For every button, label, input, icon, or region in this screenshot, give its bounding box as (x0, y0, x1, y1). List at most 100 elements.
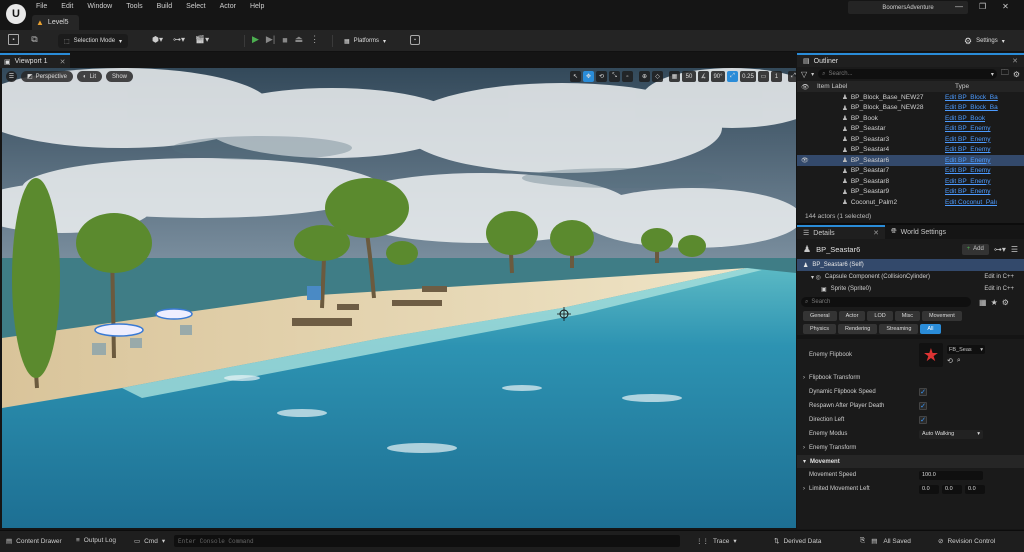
console-input[interactable]: Enter Console Command (174, 535, 680, 547)
outliner-row-type-link[interactable]: Edit BP_Enemy (933, 157, 991, 164)
lit-button[interactable]: ◐ Lit (77, 71, 102, 82)
content-icon[interactable]: ▪ (410, 35, 420, 45)
rotation-snap-icon[interactable]: ∡ (698, 71, 709, 82)
minimize-icon[interactable]: — (955, 2, 963, 11)
col-item-label[interactable]: Item Label (813, 83, 955, 90)
surface-icon[interactable]: ◇ (652, 71, 663, 82)
blueprint-options-icon[interactable]: ⊶▾ (994, 245, 1006, 254)
revision-control-button[interactable]: ⊘ Revision Control (938, 537, 995, 546)
add-component-button[interactable]: + Add (961, 243, 989, 255)
camera-speed-icon[interactable]: ▭ (758, 71, 769, 82)
menu-item-build[interactable]: Build (157, 3, 173, 10)
outliner-row[interactable]: 👁︎ ♟ BP_Seastar6 Edit BP_Enemy (797, 155, 1024, 166)
outliner-tab[interactable]: ▤ Outliner ✕ (797, 53, 1024, 67)
menu-item-actor[interactable]: Actor (220, 3, 236, 10)
derived-data-button[interactable]: ⇅ Derived Data (774, 537, 821, 546)
movement-speed-input[interactable]: 100.0 (919, 470, 983, 480)
enemy-modus-dropdown[interactable]: Auto Walking ▾ (919, 429, 983, 439)
blueprint-icon[interactable]: ⊶▾ (173, 35, 185, 44)
surface-snap-icon[interactable]: ▫ (622, 71, 633, 82)
gear-icon[interactable]: ⚙ (1002, 298, 1009, 307)
level-tab[interactable]: ▲ Level5 (32, 15, 79, 30)
visibility-icon[interactable]: 👁︎ (801, 83, 813, 91)
save-icon[interactable]: ▪ (8, 34, 19, 45)
outliner-row[interactable]: ♟ BP_Block_Base_NEW28 Edit BP_Block_Ba (797, 103, 1024, 114)
movement-section[interactable]: ▾ Movement (797, 455, 1024, 468)
limited-z-input[interactable]: 0.0 (965, 484, 985, 494)
category-streaming[interactable]: Streaming (879, 323, 919, 334)
show-button[interactable]: Show (106, 71, 134, 82)
property-checkbox[interactable]: ✓ (919, 388, 927, 396)
select-icon[interactable]: ↖ (570, 71, 581, 82)
content-drawer-button[interactable]: ▤ Content Drawer (6, 537, 62, 546)
component-self-row[interactable]: ♟ BP_Seastar6 (Self) (797, 259, 1024, 271)
outliner-row-type-link[interactable]: Edit BP_Block_Ba (933, 104, 998, 111)
settings-button[interactable]: ⚙ Settings ▾ (958, 34, 1011, 48)
level-viewport[interactable]: ☰ ◩ Perspective ◐ Lit Show ↖ ✥ ⟲ ⤡ ▫ ⊕ ◇… (2, 68, 796, 528)
scale-snap-icon[interactable]: ⤢ (727, 71, 738, 82)
play-options-icon[interactable]: ⋮ (310, 34, 319, 45)
category-general[interactable]: General (803, 310, 837, 321)
close-icon[interactable]: ✕ (1012, 57, 1018, 65)
outliner-search[interactable]: ⌕ Search... ▾ (818, 69, 997, 79)
category-physics[interactable]: Physics (803, 323, 836, 334)
outliner-row-type-link[interactable]: Edit BP_Enemy (933, 188, 991, 195)
outliner-row-type-link[interactable]: Edit BP_Enemy (933, 178, 991, 185)
component-row[interactable]: ▾ ◎ Capsule Component (CollisionCylinder)… (797, 271, 1024, 283)
property-checkbox[interactable]: ✓ (919, 402, 927, 410)
hamburger-icon[interactable]: ☰ (6, 71, 17, 82)
outliner-row-type-link[interactable]: Edit Coconut_Palı (933, 199, 997, 206)
seastar-thumbnail-icon[interactable]: ★ (919, 343, 943, 367)
scale-icon[interactable]: ⤡ (609, 71, 620, 82)
menu-item-select[interactable]: Select (186, 3, 205, 10)
maximize-viewport-icon[interactable]: ⤢ (788, 71, 796, 82)
eject-icon[interactable]: ⏏ (295, 34, 304, 45)
outliner-row[interactable]: ♟ BP_Seastar3 Edit BP_Enemy (797, 134, 1024, 145)
flipbook-asset-dropdown[interactable]: FB_Seas ▾ (947, 345, 985, 354)
use-selected-icon[interactable]: ⟲ (947, 357, 953, 365)
category-movement[interactable]: Movement (922, 310, 962, 321)
visibility-icon[interactable]: 👁︎ (797, 157, 809, 164)
gear-icon[interactable]: ⚙ (1013, 70, 1020, 79)
selection-mode-button[interactable]: ⬚ Selection Mode ▾ (58, 34, 129, 48)
cmd-button[interactable]: ▭ Cmd ▾ (134, 537, 165, 546)
outliner-row-type-link[interactable]: Edit BP_Book (933, 115, 985, 122)
maximize-icon[interactable]: ❐ (979, 2, 986, 11)
property-checkbox[interactable]: ✓ (919, 416, 927, 424)
category-actor[interactable]: Actor (838, 310, 866, 321)
trace-button[interactable]: ⋮⋮ Trace ▾ (696, 537, 737, 546)
category-lod[interactable]: LOD (867, 310, 893, 321)
close-icon[interactable]: ✕ (1002, 2, 1009, 11)
category-rendering[interactable]: Rendering (837, 323, 878, 334)
rotation-snap-value[interactable]: 90° (711, 71, 725, 82)
close-icon[interactable]: ✕ (873, 229, 879, 237)
world-icon[interactable]: ⊕ (639, 71, 650, 82)
menu-item-file[interactable]: File (36, 3, 47, 10)
outliner-row[interactable]: ♟ BP_Seastar9 Edit BP_Enemy (797, 187, 1024, 198)
outliner-row[interactable]: ♟ BP_Seastar8 Edit BP_Enemy (797, 176, 1024, 187)
outliner-row[interactable]: ♟ BP_Seastar7 Edit BP_Enemy (797, 166, 1024, 177)
folder-icon[interactable]: 🗀︎ (1001, 67, 1009, 81)
favorite-star-icon[interactable]: ★ (991, 298, 998, 307)
world-settings-tab[interactable]: 🌐︎ World Settings (885, 225, 952, 239)
cinematics-icon[interactable]: 🎬︎▾ (195, 35, 209, 44)
grid-snap-value[interactable]: 50 (682, 71, 696, 82)
details-tab[interactable]: ☰ Details ✕ (797, 225, 885, 239)
browse-icon[interactable]: ⌕ (957, 357, 961, 365)
category-misc[interactable]: Misc (894, 310, 921, 321)
translate-icon[interactable]: ✥ (583, 71, 594, 82)
filter-icon[interactable]: ▽ (801, 70, 807, 79)
outliner-row[interactable]: ♟ BP_Block_Base_NEW27 Edit BP_Block_Ba (797, 92, 1024, 103)
perspective-button[interactable]: ◩ Perspective (21, 71, 74, 82)
property-matrix-icon[interactable]: ▦ (979, 298, 987, 307)
outliner-row-type-link[interactable]: Edit BP_Enemy (933, 125, 991, 132)
stop-icon[interactable]: ■ (282, 35, 287, 45)
step-icon[interactable]: ▶| (266, 34, 275, 45)
outliner-row[interactable]: ♟ BP_Seastar Edit BP_Enemy (797, 124, 1024, 135)
add-actor-icon[interactable]: ⬢▾ (152, 35, 163, 44)
col-type[interactable]: Type (955, 83, 969, 90)
outliner-row-type-link[interactable]: Edit BP_Enemy (933, 146, 991, 153)
play-icon[interactable]: ▶ (252, 34, 259, 45)
source-control-icon[interactable]: ⧉ (29, 34, 40, 45)
limited-y-input[interactable]: 0.0 (942, 484, 962, 494)
